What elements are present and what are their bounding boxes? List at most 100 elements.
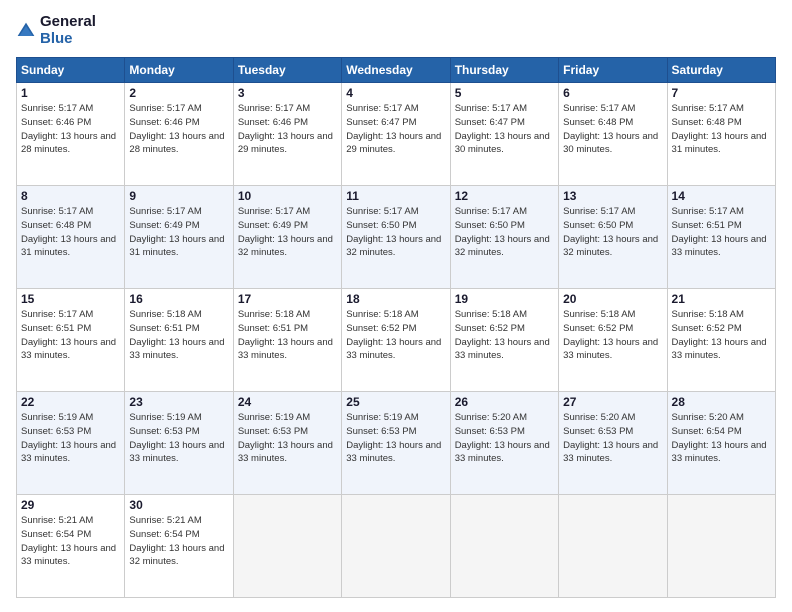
calendar-day-cell: 13 Sunrise: 5:17 AM Sunset: 6:50 PM Dayl… (559, 186, 667, 289)
header: General Blue (16, 14, 776, 47)
calendar-day-cell: 2 Sunrise: 5:17 AM Sunset: 6:46 PM Dayli… (125, 83, 233, 186)
calendar-day-cell: 30 Sunrise: 5:21 AM Sunset: 6:54 PM Dayl… (125, 495, 233, 598)
day-info: Sunrise: 5:17 AM Sunset: 6:46 PM Dayligh… (238, 102, 337, 157)
day-info: Sunrise: 5:18 AM Sunset: 6:52 PM Dayligh… (455, 308, 554, 363)
calendar-day-cell: 10 Sunrise: 5:17 AM Sunset: 6:49 PM Dayl… (233, 186, 341, 289)
day-info: Sunrise: 5:17 AM Sunset: 6:50 PM Dayligh… (455, 205, 554, 260)
calendar-day-cell: 20 Sunrise: 5:18 AM Sunset: 6:52 PM Dayl… (559, 289, 667, 392)
day-number: 7 (672, 86, 771, 100)
day-info: Sunrise: 5:18 AM Sunset: 6:51 PM Dayligh… (129, 308, 228, 363)
day-info: Sunrise: 5:19 AM Sunset: 6:53 PM Dayligh… (238, 411, 337, 466)
day-number: 30 (129, 498, 228, 512)
day-number: 9 (129, 189, 228, 203)
day-number: 27 (563, 395, 662, 409)
day-number: 25 (346, 395, 445, 409)
day-info: Sunrise: 5:18 AM Sunset: 6:52 PM Dayligh… (563, 308, 662, 363)
calendar-day-cell (233, 495, 341, 598)
day-number: 18 (346, 292, 445, 306)
calendar-day-cell: 1 Sunrise: 5:17 AM Sunset: 6:46 PM Dayli… (17, 83, 125, 186)
calendar-week-row: 29 Sunrise: 5:21 AM Sunset: 6:54 PM Dayl… (17, 495, 776, 598)
calendar-day-cell: 3 Sunrise: 5:17 AM Sunset: 6:46 PM Dayli… (233, 83, 341, 186)
logo: General Blue (16, 14, 96, 47)
calendar-day-cell: 22 Sunrise: 5:19 AM Sunset: 6:53 PM Dayl… (17, 392, 125, 495)
calendar-day-cell: 28 Sunrise: 5:20 AM Sunset: 6:54 PM Dayl… (667, 392, 775, 495)
day-number: 24 (238, 395, 337, 409)
calendar-day-cell: 29 Sunrise: 5:21 AM Sunset: 6:54 PM Dayl… (17, 495, 125, 598)
calendar-day-cell: 6 Sunrise: 5:17 AM Sunset: 6:48 PM Dayli… (559, 83, 667, 186)
day-info: Sunrise: 5:17 AM Sunset: 6:50 PM Dayligh… (346, 205, 445, 260)
calendar-day-cell: 7 Sunrise: 5:17 AM Sunset: 6:48 PM Dayli… (667, 83, 775, 186)
calendar-day-cell (342, 495, 450, 598)
day-info: Sunrise: 5:18 AM Sunset: 6:52 PM Dayligh… (672, 308, 771, 363)
day-number: 2 (129, 86, 228, 100)
day-number: 15 (21, 292, 120, 306)
day-info: Sunrise: 5:17 AM Sunset: 6:51 PM Dayligh… (21, 308, 120, 363)
calendar-week-row: 15 Sunrise: 5:17 AM Sunset: 6:51 PM Dayl… (17, 289, 776, 392)
calendar-day-cell (559, 495, 667, 598)
weekday-header: Tuesday (233, 58, 341, 83)
day-number: 8 (21, 189, 120, 203)
day-info: Sunrise: 5:20 AM Sunset: 6:54 PM Dayligh… (672, 411, 771, 466)
day-info: Sunrise: 5:17 AM Sunset: 6:47 PM Dayligh… (346, 102, 445, 157)
day-number: 19 (455, 292, 554, 306)
day-info: Sunrise: 5:17 AM Sunset: 6:48 PM Dayligh… (672, 102, 771, 157)
day-info: Sunrise: 5:17 AM Sunset: 6:47 PM Dayligh… (455, 102, 554, 157)
day-info: Sunrise: 5:17 AM Sunset: 6:49 PM Dayligh… (238, 205, 337, 260)
day-number: 10 (238, 189, 337, 203)
calendar-day-cell (450, 495, 558, 598)
calendar-week-row: 8 Sunrise: 5:17 AM Sunset: 6:48 PM Dayli… (17, 186, 776, 289)
day-number: 14 (672, 189, 771, 203)
weekday-header: Saturday (667, 58, 775, 83)
day-info: Sunrise: 5:19 AM Sunset: 6:53 PM Dayligh… (21, 411, 120, 466)
day-number: 6 (563, 86, 662, 100)
day-number: 21 (672, 292, 771, 306)
day-info: Sunrise: 5:17 AM Sunset: 6:51 PM Dayligh… (672, 205, 771, 260)
day-info: Sunrise: 5:17 AM Sunset: 6:48 PM Dayligh… (563, 102, 662, 157)
logo-text: General Blue (40, 14, 96, 47)
calendar-week-row: 1 Sunrise: 5:17 AM Sunset: 6:46 PM Dayli… (17, 83, 776, 186)
calendar-day-cell: 23 Sunrise: 5:19 AM Sunset: 6:53 PM Dayl… (125, 392, 233, 495)
day-info: Sunrise: 5:17 AM Sunset: 6:46 PM Dayligh… (129, 102, 228, 157)
day-number: 29 (21, 498, 120, 512)
day-number: 3 (238, 86, 337, 100)
calendar-body: 1 Sunrise: 5:17 AM Sunset: 6:46 PM Dayli… (17, 83, 776, 598)
calendar-day-cell: 12 Sunrise: 5:17 AM Sunset: 6:50 PM Dayl… (450, 186, 558, 289)
calendar-day-cell: 21 Sunrise: 5:18 AM Sunset: 6:52 PM Dayl… (667, 289, 775, 392)
calendar-day-cell: 24 Sunrise: 5:19 AM Sunset: 6:53 PM Dayl… (233, 392, 341, 495)
day-number: 12 (455, 189, 554, 203)
day-number: 22 (21, 395, 120, 409)
calendar-day-cell: 26 Sunrise: 5:20 AM Sunset: 6:53 PM Dayl… (450, 392, 558, 495)
calendar-day-cell: 16 Sunrise: 5:18 AM Sunset: 6:51 PM Dayl… (125, 289, 233, 392)
calendar-day-cell: 17 Sunrise: 5:18 AM Sunset: 6:51 PM Dayl… (233, 289, 341, 392)
day-info: Sunrise: 5:18 AM Sunset: 6:51 PM Dayligh… (238, 308, 337, 363)
logo-icon (16, 21, 36, 41)
day-info: Sunrise: 5:20 AM Sunset: 6:53 PM Dayligh… (455, 411, 554, 466)
day-number: 11 (346, 189, 445, 203)
calendar-header-row: SundayMondayTuesdayWednesdayThursdayFrid… (17, 58, 776, 83)
calendar-day-cell: 15 Sunrise: 5:17 AM Sunset: 6:51 PM Dayl… (17, 289, 125, 392)
calendar-day-cell: 8 Sunrise: 5:17 AM Sunset: 6:48 PM Dayli… (17, 186, 125, 289)
day-number: 13 (563, 189, 662, 203)
day-number: 28 (672, 395, 771, 409)
day-number: 23 (129, 395, 228, 409)
day-number: 26 (455, 395, 554, 409)
calendar-day-cell: 4 Sunrise: 5:17 AM Sunset: 6:47 PM Dayli… (342, 83, 450, 186)
page: General Blue SundayMondayTuesdayWednesda… (0, 0, 792, 612)
weekday-header: Thursday (450, 58, 558, 83)
day-number: 5 (455, 86, 554, 100)
day-number: 4 (346, 86, 445, 100)
weekday-header: Monday (125, 58, 233, 83)
calendar-day-cell: 11 Sunrise: 5:17 AM Sunset: 6:50 PM Dayl… (342, 186, 450, 289)
day-info: Sunrise: 5:17 AM Sunset: 6:50 PM Dayligh… (563, 205, 662, 260)
day-info: Sunrise: 5:20 AM Sunset: 6:53 PM Dayligh… (563, 411, 662, 466)
weekday-header: Sunday (17, 58, 125, 83)
day-info: Sunrise: 5:17 AM Sunset: 6:46 PM Dayligh… (21, 102, 120, 157)
calendar-week-row: 22 Sunrise: 5:19 AM Sunset: 6:53 PM Dayl… (17, 392, 776, 495)
day-info: Sunrise: 5:19 AM Sunset: 6:53 PM Dayligh… (346, 411, 445, 466)
day-number: 1 (21, 86, 120, 100)
day-info: Sunrise: 5:19 AM Sunset: 6:53 PM Dayligh… (129, 411, 228, 466)
calendar-day-cell: 25 Sunrise: 5:19 AM Sunset: 6:53 PM Dayl… (342, 392, 450, 495)
day-number: 16 (129, 292, 228, 306)
calendar-day-cell: 5 Sunrise: 5:17 AM Sunset: 6:47 PM Dayli… (450, 83, 558, 186)
weekday-header: Wednesday (342, 58, 450, 83)
